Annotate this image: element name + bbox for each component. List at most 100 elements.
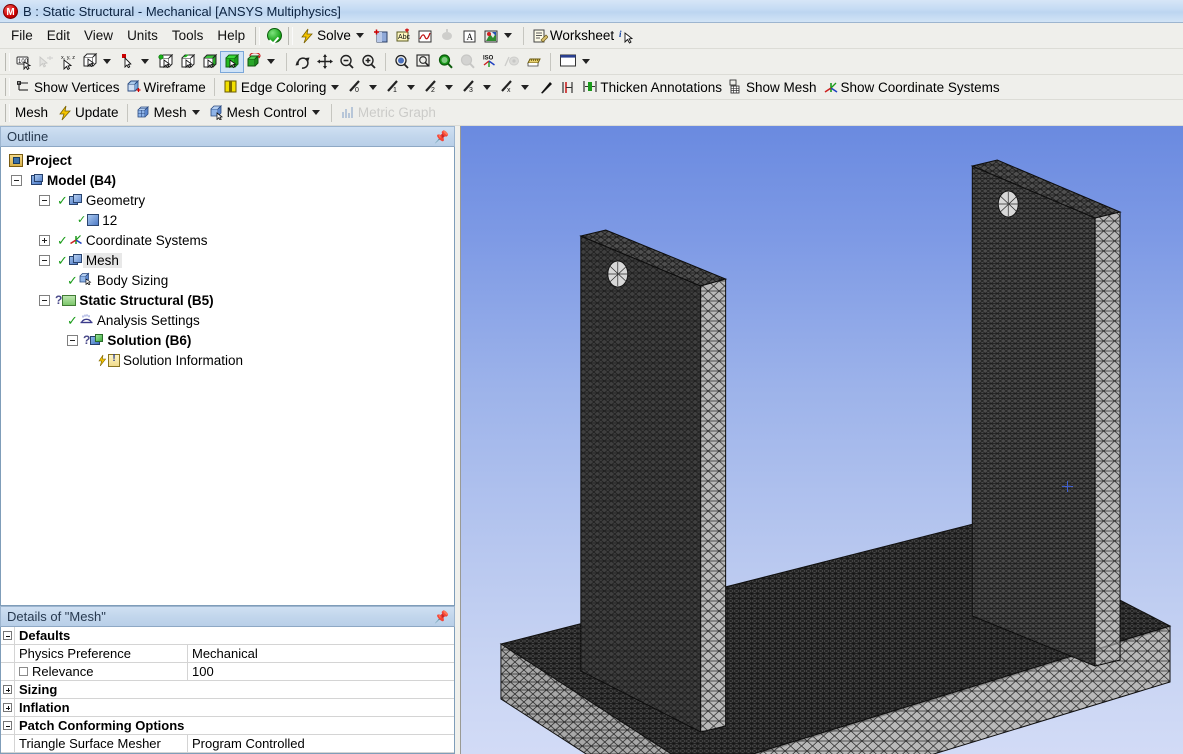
rotate-view-cube-button[interactable]	[243, 52, 281, 72]
pin-icon[interactable]: 📌	[434, 131, 449, 143]
toolbar-gripper[interactable]	[5, 53, 10, 71]
new-annotation-icon[interactable]: A	[458, 26, 480, 46]
edge-display-2-button[interactable]: 2	[421, 78, 459, 96]
chevron-down-icon[interactable]	[267, 59, 275, 64]
selection-filter-face-icon[interactable]	[177, 52, 199, 72]
details-category-row[interactable]: Defaults	[1, 627, 454, 645]
edge-display-1-button[interactable]: 1	[383, 78, 421, 96]
expander-minus-icon[interactable]	[39, 255, 50, 266]
details-category-row[interactable]: Inflation	[1, 699, 454, 717]
expander-plus-icon[interactable]	[3, 703, 12, 712]
expander-minus-icon[interactable]	[11, 175, 22, 186]
select-coordinates-icon[interactable]: x, y, z	[57, 52, 79, 72]
toolbar-gripper[interactable]	[255, 27, 260, 45]
chevron-down-icon[interactable]	[582, 59, 590, 64]
probe-pin-icon[interactable]	[535, 77, 557, 97]
chevron-down-icon[interactable]	[356, 33, 364, 38]
new-figure-button[interactable]	[480, 27, 518, 45]
edge-coloring-button[interactable]: Edge Coloring	[220, 78, 346, 96]
expander-minus-icon[interactable]	[3, 631, 12, 640]
chevron-down-icon[interactable]	[369, 85, 377, 90]
chevron-down-icon[interactable]	[521, 85, 529, 90]
edge-display-x-button[interactable]: x	[497, 78, 535, 96]
help-pointer-icon[interactable]: i	[617, 26, 639, 46]
show-vertices-button[interactable]: Show Vertices	[13, 78, 123, 96]
zoom-out-icon[interactable]	[336, 52, 358, 72]
new-chart-table-icon[interactable]: Abc	[392, 26, 414, 46]
validate-check-icon[interactable]	[263, 26, 285, 46]
wireframe-button[interactable]: Wireframe	[123, 78, 209, 96]
tree-node-analysis-settings[interactable]: ✓ Analysis Settings	[1, 310, 454, 330]
tree-node-coordinate-systems[interactable]: ✓ Coordinate Systems	[1, 230, 454, 250]
expander-minus-icon[interactable]	[3, 721, 12, 730]
mesh-control-button[interactable]: Mesh Control	[206, 104, 326, 122]
edge-display-3-button[interactable]: 3	[459, 78, 497, 96]
pan-icon[interactable]	[314, 52, 336, 72]
details-property-row[interactable]: Physics Preference Mechanical	[1, 645, 454, 663]
magnify-icon[interactable]	[435, 52, 457, 72]
new-graph-icon[interactable]	[414, 26, 436, 46]
ruler-measure-icon[interactable]	[523, 52, 545, 72]
show-coordinate-systems-button[interactable]: Show Coordinate Systems	[820, 78, 1003, 96]
select-mode-button[interactable]	[79, 52, 117, 72]
details-grid[interactable]: Defaults Physics Preference Mechanical R…	[0, 627, 455, 754]
selection-filter-body-icon[interactable]	[199, 52, 221, 72]
tree-node-project[interactable]: Project	[1, 150, 454, 170]
chevron-down-icon[interactable]	[504, 33, 512, 38]
chevron-down-icon[interactable]	[141, 59, 149, 64]
details-property-value[interactable]: 100	[188, 663, 454, 680]
details-property-row[interactable]: Triangle Surface Mesher Program Controll…	[1, 735, 454, 753]
tree-node-body-12[interactable]: ✓ 12	[1, 210, 454, 230]
tree-node-body-sizing[interactable]: ✓ Body Sizing	[1, 270, 454, 290]
details-property-value[interactable]: Program Controlled	[188, 735, 454, 752]
tree-node-geometry[interactable]: ✓ Geometry	[1, 190, 454, 210]
selection-filter-body-active-icon[interactable]	[221, 52, 243, 72]
new-analysis-icon[interactable]	[370, 26, 392, 46]
viewport-layout-button[interactable]	[556, 52, 596, 72]
tree-node-mesh[interactable]: ✓ Mesh	[1, 250, 454, 270]
thicken-annotations-button[interactable]: Thicken Annotations	[579, 78, 725, 96]
toolbar-gripper[interactable]	[5, 104, 10, 122]
expander-plus-icon[interactable]	[39, 235, 50, 246]
chevron-down-icon[interactable]	[483, 85, 491, 90]
box-zoom-icon[interactable]	[413, 52, 435, 72]
expander-minus-icon[interactable]	[39, 195, 50, 206]
iso-view-icon[interactable]: ISO	[479, 52, 501, 72]
edge-display-0-button[interactable]: 0	[345, 78, 383, 96]
menu-units[interactable]: Units	[120, 26, 165, 45]
menu-view[interactable]: View	[77, 26, 120, 45]
tree-node-static-structural[interactable]: ? Static Structural (B5)	[1, 290, 454, 310]
menu-edit[interactable]: Edit	[40, 26, 77, 45]
details-expander-cell[interactable]	[1, 681, 15, 698]
zoom-in-icon[interactable]	[358, 52, 380, 72]
expander-plus-icon[interactable]	[3, 685, 12, 694]
zoom-to-fit-icon[interactable]	[391, 52, 413, 72]
details-property-value[interactable]: Mechanical	[188, 645, 454, 662]
expander-minus-icon[interactable]	[39, 295, 50, 306]
mesh-button[interactable]: Mesh	[133, 104, 206, 122]
toolbar-gripper[interactable]	[5, 78, 10, 96]
chevron-down-icon[interactable]	[192, 110, 200, 115]
update-button[interactable]: Update	[54, 104, 122, 122]
details-category-row[interactable]: Sizing	[1, 681, 454, 699]
selection-filter-vertex-button[interactable]	[117, 52, 155, 72]
chevron-down-icon[interactable]	[103, 59, 111, 64]
menu-help[interactable]: Help	[210, 26, 252, 45]
graphics-viewport[interactable]	[460, 126, 1183, 754]
tree-node-model[interactable]: Model (B4)	[1, 170, 454, 190]
outline-tree[interactable]: Project Model (B4) ✓ Geometry	[0, 147, 455, 606]
details-expander-cell[interactable]	[1, 627, 15, 644]
chevron-down-icon[interactable]	[445, 85, 453, 90]
rotate-icon[interactable]	[292, 52, 314, 72]
relevance-checkbox[interactable]	[19, 667, 28, 676]
chevron-down-icon[interactable]	[331, 85, 339, 90]
annotation-spacing-icon[interactable]	[557, 77, 579, 97]
chevron-down-icon[interactable]	[407, 85, 415, 90]
selection-filter-edge-icon[interactable]	[155, 52, 177, 72]
details-expander-cell[interactable]	[1, 717, 15, 734]
chevron-down-icon[interactable]	[312, 110, 320, 115]
details-category-row[interactable]: Patch Conforming Options	[1, 717, 454, 735]
solve-button[interactable]: Solve	[296, 27, 370, 45]
tree-node-solution[interactable]: ? Solution (B6)	[1, 330, 454, 350]
expander-minus-icon[interactable]	[67, 335, 78, 346]
